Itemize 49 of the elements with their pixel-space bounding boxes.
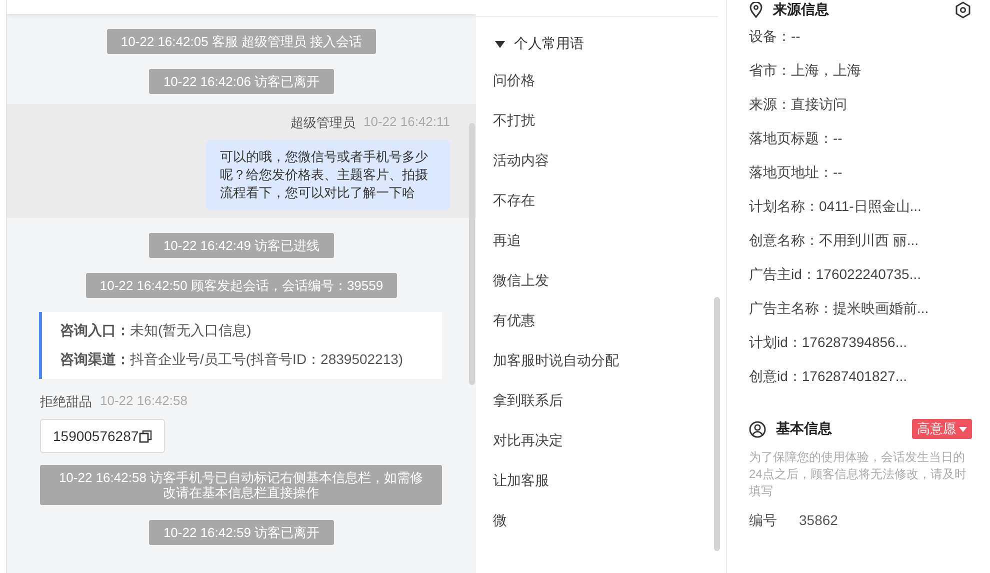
user-icon bbox=[749, 420, 766, 438]
location-pin-icon bbox=[749, 2, 763, 18]
phrase-item[interactable]: 问价格 bbox=[493, 61, 726, 101]
phrase-item[interactable]: 微 bbox=[493, 501, 726, 541]
source-field: 计划id：176287394856... bbox=[749, 326, 972, 360]
settings-icon[interactable] bbox=[954, 1, 972, 19]
phrase-item[interactable]: 微信上发 bbox=[493, 261, 726, 301]
phrase-item[interactable]: 活动内容 bbox=[493, 141, 726, 181]
phrase-item[interactable]: 加客服时说自动分配 bbox=[493, 341, 726, 381]
message-time: 10-22 16:42:11 bbox=[364, 114, 450, 131]
system-notice: 10-22 16:42:05 客服 超级管理员 接入会话 bbox=[106, 29, 376, 54]
phrase-item[interactable]: 对比再决定 bbox=[493, 421, 726, 461]
copy-icon[interactable] bbox=[138, 430, 152, 442]
field-value: 35862 bbox=[799, 512, 838, 530]
sender-name: 超级管理员 bbox=[290, 114, 356, 132]
source-field: 创意名称：不用到川西 丽... bbox=[749, 224, 972, 258]
notice-text: 为了保障您的使用体验，会话发生当日的24点之后，顾客信息将无法修改，请及时填写 bbox=[749, 449, 968, 500]
message-bubble: 15900576287 bbox=[40, 419, 165, 453]
section-title: 来源信息 bbox=[773, 1, 829, 19]
source-field: 广告主名称：提米映画婚前... bbox=[749, 292, 972, 326]
source-field: 广告主id：176022240735... bbox=[749, 258, 972, 292]
phrase-item[interactable]: 再追 bbox=[493, 221, 726, 261]
system-notice: 10-22 16:42:50 顾客发起会话，会话编号：39559 bbox=[86, 273, 398, 298]
info-line: 咨询入口：未知(暂无入口信息) bbox=[60, 322, 252, 340]
sender-name: 拒绝甜品 bbox=[40, 393, 92, 411]
info-line: 咨询渠道：抖音企业号/员工号(抖音号ID：2839502213) bbox=[60, 351, 404, 369]
message-time: 10-22 16:42:58 bbox=[100, 393, 188, 410]
source-field: 创意id：176287401827... bbox=[749, 360, 972, 394]
phrase-item[interactable]: 不打扰 bbox=[493, 101, 726, 141]
phrase-item[interactable]: 拿到联系后 bbox=[493, 381, 726, 421]
phrase-group-header[interactable]: 个人常用语 bbox=[495, 35, 726, 53]
caret-icon bbox=[495, 40, 505, 48]
phrase-item[interactable]: 让加客服 bbox=[493, 461, 726, 501]
source-field: 落地页标题：-- bbox=[749, 122, 972, 156]
system-notice: 10-22 16:42:58 访客手机号已自动标记右侧基本信息栏，如需修改请在基本信息栏直接操作 bbox=[40, 465, 442, 505]
system-notice: 10-22 16:42:06 访客已离开 bbox=[149, 69, 334, 94]
phrase-item[interactable]: 有优惠 bbox=[493, 301, 726, 341]
system-notice: 10-22 16:42:49 访客已进线 bbox=[149, 233, 334, 258]
system-notice: 10-22 16:42:59 访客已离开 bbox=[149, 520, 334, 545]
message-bubble: 可以的哦，您微信号或者手机号多少呢？给您发价格表、主题客片、拍摄流程看下，您可以对比了解一下哈 bbox=[206, 140, 450, 210]
source-field: 计划名称：0411-日照金山... bbox=[749, 190, 972, 224]
source-field: 来源：直接访问 bbox=[749, 88, 972, 122]
section-title: 基本信息 bbox=[776, 420, 832, 438]
source-field: 设备：-- bbox=[749, 20, 972, 54]
phrase-item[interactable]: 不存在 bbox=[493, 181, 726, 221]
source-field: 省市：上海，上海 bbox=[749, 54, 972, 88]
caret-icon bbox=[959, 426, 967, 432]
field-label: 编号 bbox=[749, 512, 777, 530]
source-field: 落地页地址：-- bbox=[749, 156, 972, 190]
